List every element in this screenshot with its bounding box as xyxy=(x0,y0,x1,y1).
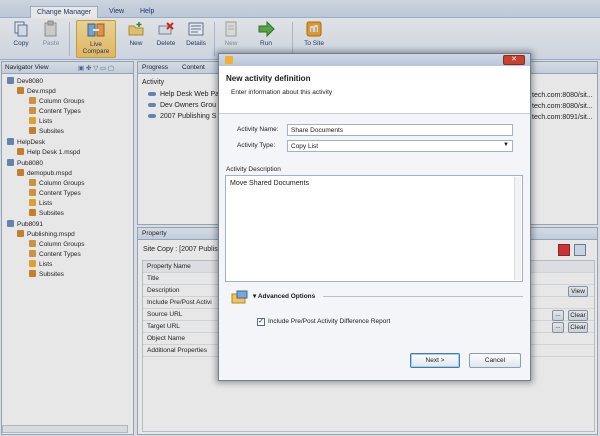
cancel-button[interactable]: Cancel xyxy=(469,353,521,368)
include-report-checkbox[interactable]: ✓ xyxy=(257,318,265,326)
new-activity-dialog: ✕ New activity definition Enter informat… xyxy=(218,53,531,381)
activity-type-label: Activity Type: xyxy=(237,142,276,149)
activity-type-value: Copy List xyxy=(291,143,319,150)
app-icon xyxy=(225,56,233,64)
description-text: Move Shared Documents xyxy=(230,180,309,187)
next-button[interactable]: Next > xyxy=(410,353,460,368)
dialog-title-bar: ✕ xyxy=(219,54,530,66)
expand-icon: ▾ xyxy=(253,293,257,300)
dialog-subtitle: Enter information about this activity xyxy=(231,89,333,96)
description-textarea[interactable]: Move Shared Documents xyxy=(225,175,523,282)
dialog-title: New activity definition xyxy=(226,74,311,83)
advanced-options-icon xyxy=(231,290,249,304)
description-label: Activity Description xyxy=(226,166,281,173)
divider xyxy=(323,296,523,297)
chevron-down-icon: ▼ xyxy=(503,142,509,148)
activity-name-field[interactable]: Share Documents xyxy=(287,124,513,136)
description-scrollbar[interactable] xyxy=(514,177,521,280)
advanced-options-toggle[interactable]: ▾ Advanced Options xyxy=(253,292,315,300)
activity-name-label: Activity Name: xyxy=(237,126,279,133)
close-icon[interactable]: ✕ xyxy=(503,55,525,65)
dialog-header: New activity definition Enter informatio… xyxy=(219,66,530,114)
include-report-label: Include Pre/Post Activity Difference Rep… xyxy=(268,318,391,325)
activity-type-select[interactable]: Copy List ▼ xyxy=(287,140,513,152)
